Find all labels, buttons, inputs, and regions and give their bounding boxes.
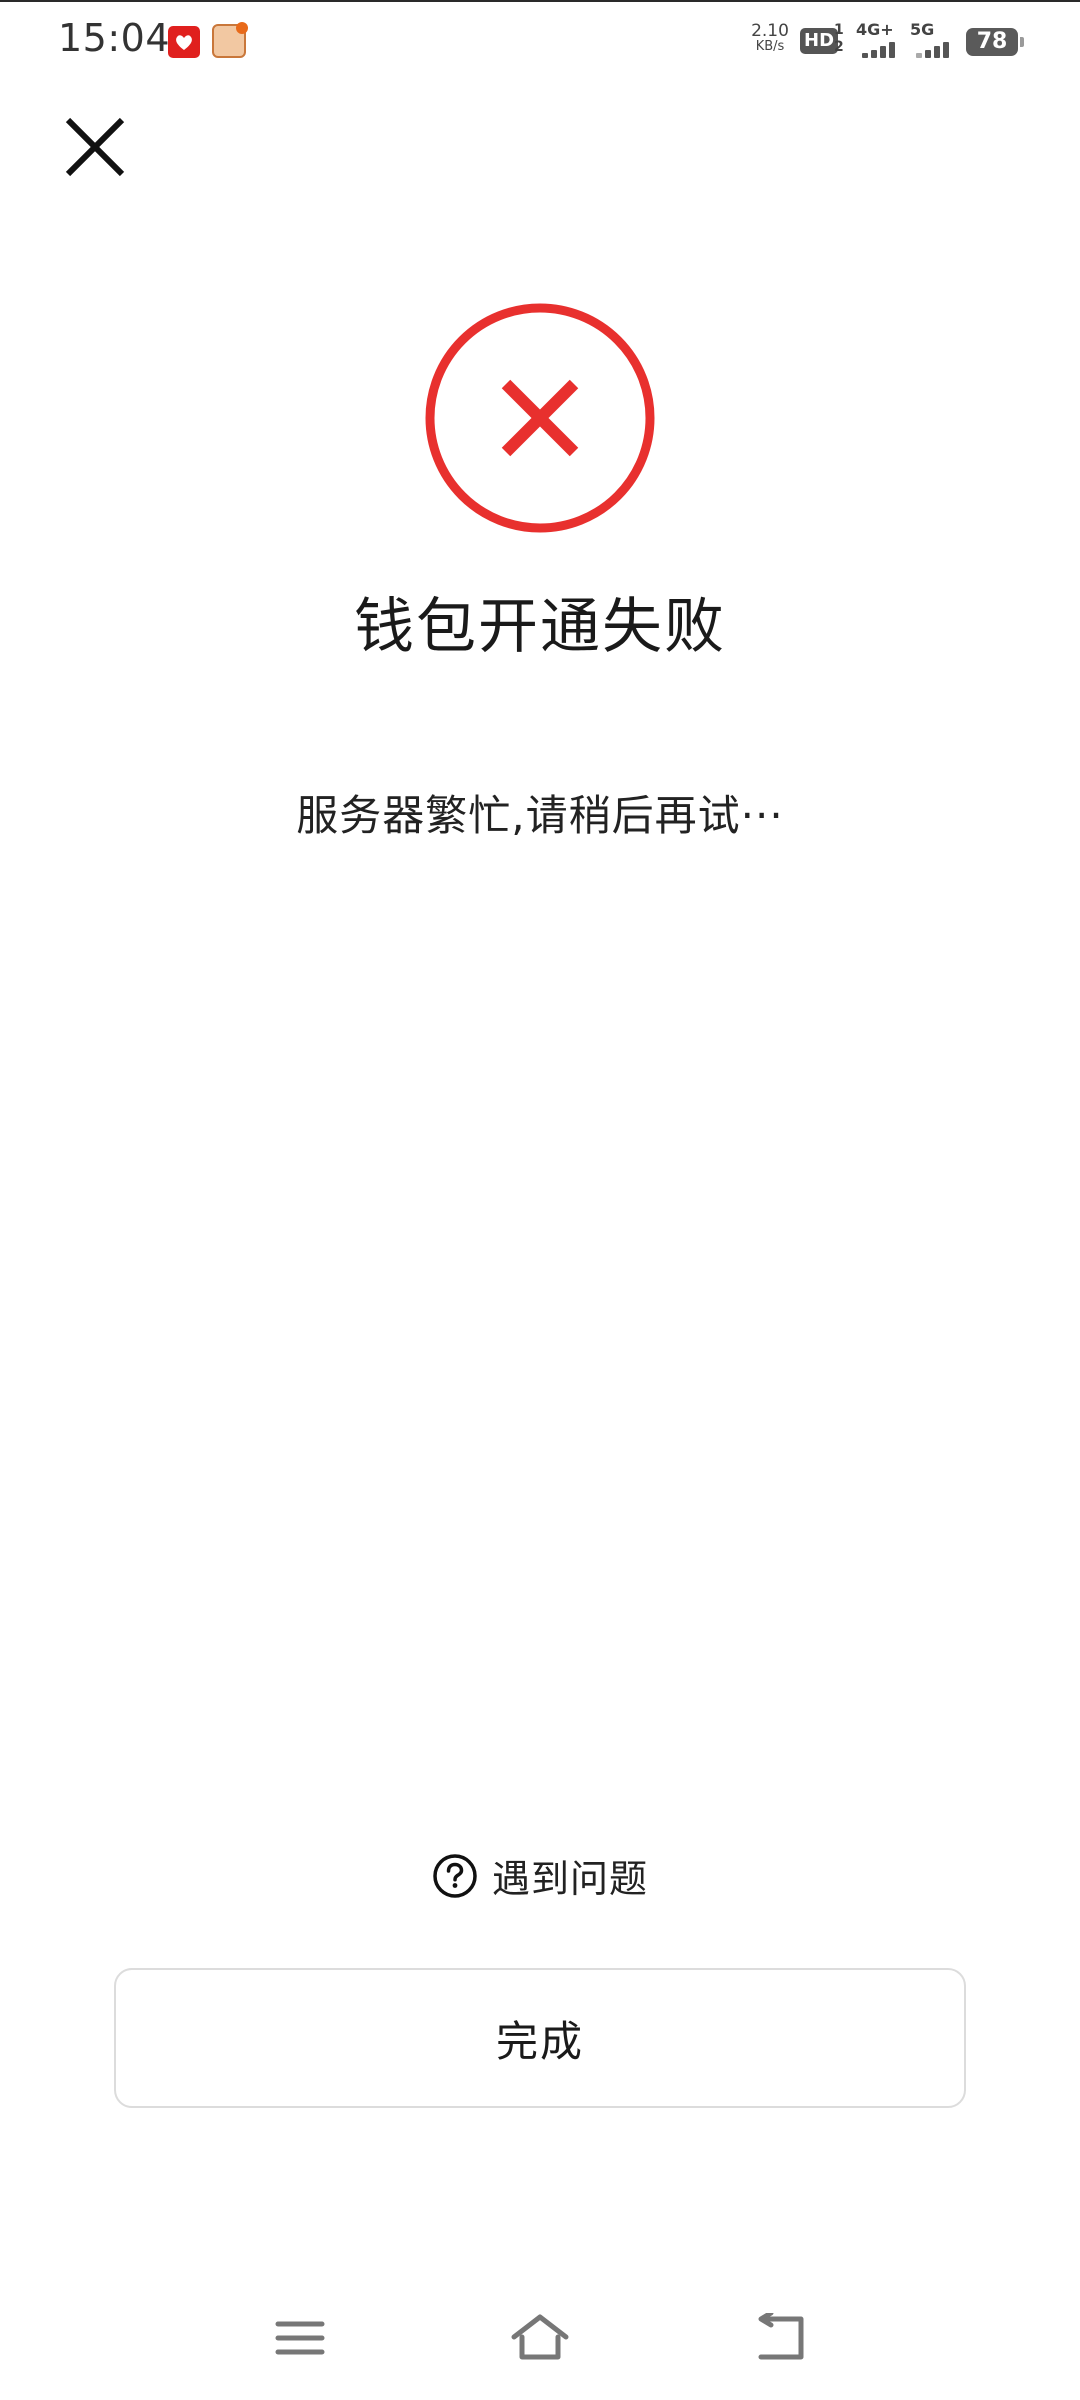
battery-icon: 78 bbox=[966, 28, 1024, 56]
menu-icon bbox=[275, 2321, 325, 2355]
question-circle-icon bbox=[433, 1853, 477, 1898]
sim2-signal-icon: 5G bbox=[910, 22, 960, 60]
back-icon bbox=[758, 2313, 804, 2360]
hd-voice-icon: HD bbox=[800, 28, 839, 54]
error-message: 服务器繁忙,请稍后再试··· bbox=[296, 791, 784, 840]
navigation-bar bbox=[0, 2290, 1080, 2386]
status-time: 15:04 bbox=[58, 16, 171, 60]
hd-sim-index: 1 2 bbox=[834, 22, 844, 56]
menu-button[interactable] bbox=[260, 2290, 340, 2386]
error-circle-x-icon bbox=[425, 303, 655, 533]
network-speed-value: 2.10 bbox=[751, 21, 789, 41]
page-title: 钱包开通失败 bbox=[354, 592, 726, 662]
sim1-network-type: 4G+ bbox=[856, 20, 894, 39]
hd-sim-index-top: 1 bbox=[834, 22, 844, 38]
status-bar: 15:04 2.10 KB/s HD 1 2 4G+ 5G 78 bbox=[0, 0, 1080, 84]
close-button[interactable] bbox=[60, 112, 130, 182]
sim2-network-type: 5G bbox=[910, 20, 935, 39]
screen: 15:04 2.10 KB/s HD 1 2 4G+ 5G 78 钱包开通失败 … bbox=[0, 0, 1080, 2400]
done-button[interactable]: 完成 bbox=[114, 1968, 966, 2108]
network-speed-unit: KB/s bbox=[755, 39, 785, 54]
help-link[interactable]: 遇到问题 bbox=[0, 1848, 1080, 1903]
help-label: 遇到问题 bbox=[491, 1857, 648, 1901]
close-icon bbox=[65, 117, 125, 177]
sim1-signal-bars bbox=[862, 42, 902, 58]
network-speed: 2.10 KB/s bbox=[748, 21, 792, 55]
sim2-signal-bars bbox=[916, 42, 956, 58]
red-app-notification-icon bbox=[168, 26, 200, 58]
sim1-signal-icon: 4G+ bbox=[856, 22, 906, 60]
home-icon bbox=[511, 2314, 569, 2360]
back-button[interactable] bbox=[742, 2290, 822, 2386]
hd-sim-index-bottom: 2 bbox=[834, 39, 844, 55]
cartoon-app-notification-icon bbox=[212, 22, 248, 58]
home-button[interactable] bbox=[500, 2290, 580, 2386]
